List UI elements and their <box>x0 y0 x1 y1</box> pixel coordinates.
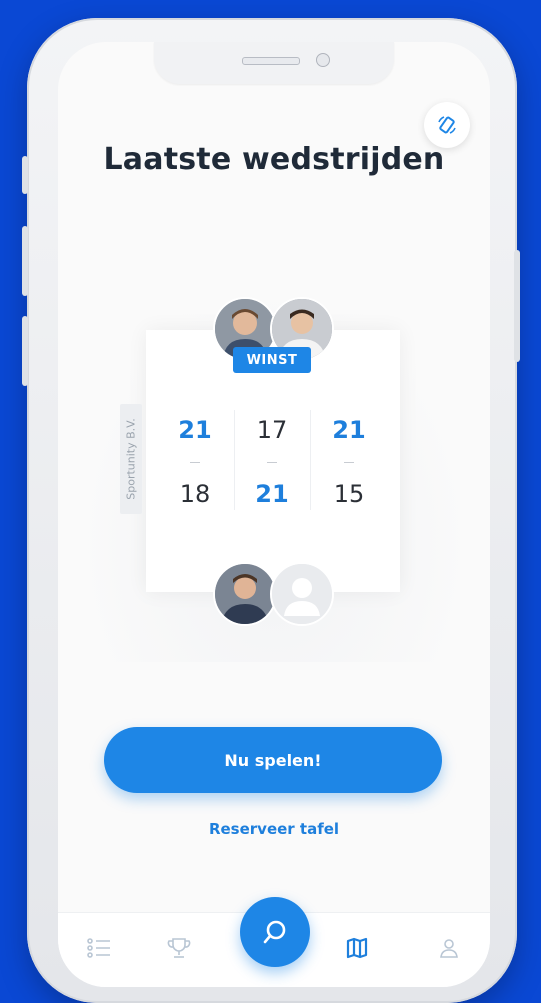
power-button <box>514 250 520 362</box>
speaker <box>242 57 300 65</box>
volume-down-button <box>22 316 28 386</box>
set-column: 17 21 <box>237 412 307 512</box>
rotate-icon <box>438 116 456 134</box>
tab-list[interactable] <box>84 933 114 963</box>
reserve-table-link[interactable]: Reserveer tafel <box>58 820 490 838</box>
set-column: 21 15 <box>314 412 384 512</box>
app-screen: Laatste wedstrijden WINST Sportunity B.V… <box>58 42 490 987</box>
score-separator <box>237 448 307 476</box>
profile-icon <box>440 939 458 958</box>
volume-up-button <box>22 226 28 296</box>
set-1-top-score: 21 <box>178 416 212 444</box>
set-divider <box>234 410 235 510</box>
set-column: 21 18 <box>160 412 230 512</box>
map-icon <box>346 937 368 959</box>
camera <box>316 53 330 67</box>
venue-label: Sportunity B.V. <box>120 404 142 514</box>
tab-map[interactable] <box>342 933 372 963</box>
play-now-button[interactable]: Nu spelen! <box>104 727 442 793</box>
notch <box>154 42 394 84</box>
tab-profile[interactable] <box>434 933 464 963</box>
tab-trophy[interactable] <box>164 933 194 963</box>
set-3-bottom-score: 15 <box>333 480 365 508</box>
set-2-top-score: 17 <box>256 416 288 444</box>
set-divider <box>310 410 311 510</box>
search-icon <box>263 920 286 944</box>
tab-search[interactable] <box>240 897 310 967</box>
set-2-bottom-score: 21 <box>255 480 289 508</box>
empty-avatar <box>270 562 334 626</box>
set-1-bottom-score: 18 <box>179 480 211 508</box>
page-title: Laatste wedstrijden <box>103 142 445 177</box>
venue-text: Sportunity B.V. <box>124 418 138 500</box>
score-separator <box>314 448 384 476</box>
score-separator <box>160 448 230 476</box>
result-badge: WINST <box>233 347 311 373</box>
set-3-top-score: 21 <box>332 416 366 444</box>
mute-switch <box>22 156 28 194</box>
player-avatar <box>213 562 277 626</box>
trophy-icon <box>167 938 191 958</box>
list-icon <box>87 938 110 958</box>
